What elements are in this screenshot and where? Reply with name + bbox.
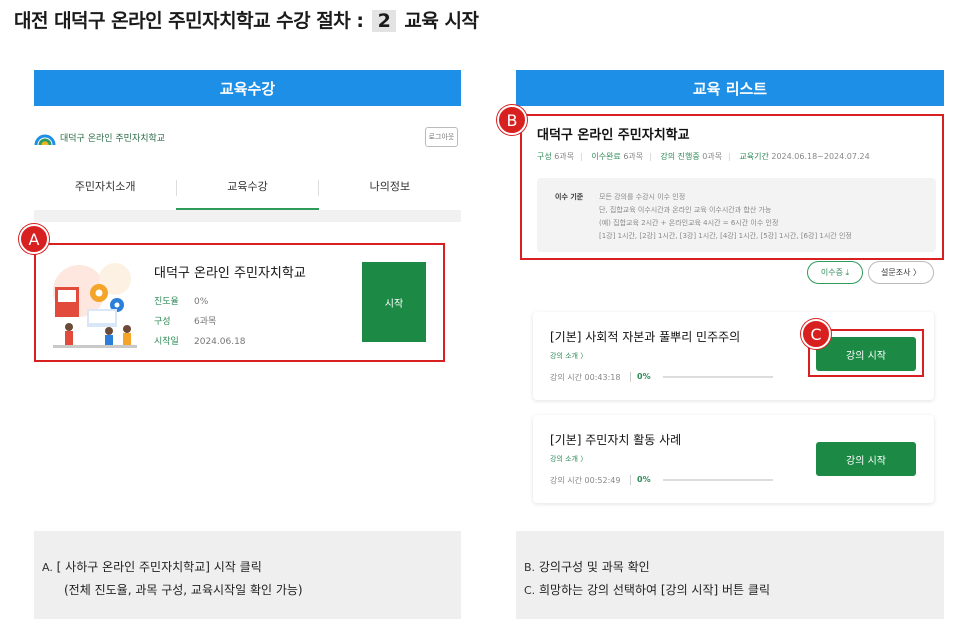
step-number-box: 2: [371, 10, 397, 32]
criteria-line: (예) 집합교육 2시간 + 온라인교육 4시간 = 6시간 이수 인정: [599, 219, 779, 227]
certificate-download-button[interactable]: 이수증 ⤓: [807, 261, 863, 284]
meta-separator: |: [649, 152, 652, 161]
criteria-line: [1강] 1시간, [2강] 1시간, [3강] 1시간, [4강] 1시간, …: [599, 232, 852, 240]
logout-button[interactable]: 로그아웃: [425, 127, 458, 147]
tab-intro[interactable]: 주민자치소개: [34, 170, 176, 210]
criteria-line: 모든 강의를 수강시 이수 인정: [599, 193, 686, 201]
progress-row: 진도율 0%: [154, 294, 208, 307]
note-a-label: A.: [42, 561, 53, 574]
note-a-text: [ 사하구 온라인 주민자치학교] 시작 클릭: [56, 560, 262, 574]
survey-button[interactable]: 설문조사 〉: [868, 261, 934, 284]
lecture-duration: 강의 시간 00:52:49: [550, 476, 621, 485]
composition-label: 구성: [154, 317, 171, 327]
badge-b: B: [497, 105, 527, 135]
nav-divider: [318, 180, 319, 196]
completion-criteria-box: 이수 기준 모든 강의를 수강시 이수 인정 단, 집합교육 이수시간과 온라인…: [537, 178, 936, 252]
meta-separator: |: [580, 152, 583, 161]
course-list-title: 대덕구 온라인 주민자치학교: [537, 128, 690, 143]
page-title: 대전 대덕구 온라인 주민자치학교 수강 절차 : 2 교육 시작: [14, 6, 479, 33]
lecture-intro-link[interactable]: 강의 소개 〉: [550, 454, 587, 464]
note-b-label: B.: [524, 561, 536, 574]
right-panel-title: 교육 리스트: [692, 79, 768, 98]
meta-in-progress-value: 0과목: [702, 152, 723, 161]
composition-row: 구성 6과목: [154, 314, 216, 327]
progress-value: 0%: [194, 297, 209, 307]
lecture-separator: [630, 475, 631, 485]
note-a-sub: (전체 진도율, 과목 구성, 교육시작일 확인 가능): [64, 583, 303, 597]
meta-completed-label: 이수완료: [591, 152, 621, 161]
page-title-suffix: 교육 시작: [404, 10, 479, 32]
start-date-row: 시작일 2024.06.18: [154, 334, 246, 347]
lecture-intro-link[interactable]: 강의 소개 〉: [550, 351, 587, 361]
lecture-progress-percent: 0%: [637, 372, 651, 381]
meta-period-value: 2024.06.18~2024.07.24: [771, 152, 870, 161]
meta-completed-value: 6과목: [623, 152, 644, 161]
lecture-progress-bar: [663, 376, 773, 378]
main-nav: 주민자치소개 교육수강 나의정보: [34, 170, 461, 210]
nav-divider: [176, 180, 177, 196]
badge-c: C: [801, 319, 831, 349]
note-c-label: C.: [524, 584, 536, 597]
tab-my-info[interactable]: 나의정보: [319, 170, 461, 210]
criteria-label: 이수 기준: [555, 193, 584, 201]
progress-label: 진도율: [154, 297, 179, 307]
note-c-text: 희망하는 강의 선택하여 [강의 시작] 버튼 클릭: [539, 583, 770, 597]
note-box-right: B. 강의구성 및 과목 확인 C. 희망하는 강의 선택하여 [강의 시작] …: [516, 531, 944, 619]
start-date-label: 시작일: [154, 337, 179, 347]
site-header: 대덕구 온라인 주민자치학교 로그아웃: [34, 125, 461, 153]
course-illustration: [53, 263, 137, 348]
lecture-start-button[interactable]: 강의 시작: [816, 442, 916, 476]
course-start-button[interactable]: 시작: [362, 262, 426, 342]
tab-course[interactable]: 교육수강: [176, 170, 319, 210]
start-date-value: 2024.06.18: [194, 337, 246, 347]
page-title-prefix: 대전 대덕구 온라인 주민자치학교 수강 절차 :: [14, 10, 364, 32]
note-c: C. 희망하는 강의 선택하여 [강의 시작] 버튼 클릭: [524, 581, 770, 598]
note-box-left: A. [ 사하구 온라인 주민자치학교] 시작 클릭 (전체 진도율, 과목 구…: [34, 531, 461, 619]
lecture-duration: 강의 시간 00:43:18: [550, 373, 621, 382]
course-meta-row: 구성 6과목 | 이수완료 6과목 | 강의 진행중 0과목 | 교육기간 2024.…: [537, 151, 876, 162]
lecture-separator: [630, 372, 631, 382]
criteria-line: 단, 집합교육 이수시간과 온라인 교육 이수시간과 합산 가능: [599, 206, 772, 214]
meta-composition-label: 구성: [537, 152, 552, 161]
lecture-progress-percent: 0%: [637, 475, 651, 484]
lecture-card: [기본] 주민자치 활동 사례 강의 소개 〉 강의 시간 00:52:49 0…: [533, 415, 934, 503]
note-b-text: 강의구성 및 과목 확인: [538, 560, 650, 574]
composition-value: 6과목: [194, 317, 217, 327]
note-a: A. [ 사하구 온라인 주민자치학교] 시작 클릭: [42, 558, 262, 575]
meta-composition-value: 6과목: [554, 152, 575, 161]
meta-separator: |: [728, 152, 731, 161]
course-name: 대덕구 온라인 주민자치학교: [154, 266, 306, 281]
right-panel-header: 교육 리스트: [516, 70, 944, 106]
lecture-progress-bar: [663, 479, 773, 481]
note-b: B. 강의구성 및 과목 확인: [524, 558, 650, 575]
badge-a: A: [19, 224, 49, 254]
left-panel-title: 교육수강: [219, 79, 276, 98]
meta-period-label: 교육기간: [739, 152, 769, 161]
meta-in-progress-label: 강의 진행중: [660, 152, 700, 161]
site-logo-text[interactable]: 대덕구 온라인 주민자치학교: [60, 131, 165, 144]
left-panel-header: 교육수강: [34, 70, 461, 106]
lecture-title: [기본] 주민자치 활동 사례: [550, 433, 682, 447]
section-divider: [34, 210, 461, 222]
school-logo-icon[interactable]: [34, 128, 56, 146]
lecture-title: [기본] 사회적 자본과 풀뿌리 민주주의: [550, 330, 741, 344]
